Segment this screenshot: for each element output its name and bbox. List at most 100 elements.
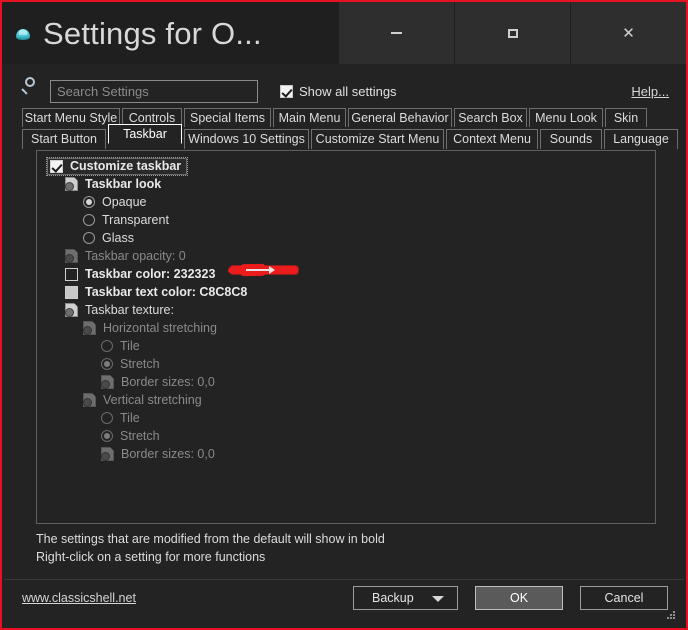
tree-row[interactable]: Taskbar opacity: 0 xyxy=(37,247,655,265)
tree-item[interactable]: Vertical stretching xyxy=(83,393,202,407)
tree-row[interactable]: Taskbar look xyxy=(37,175,655,193)
tab-main-menu[interactable]: Main Menu xyxy=(273,108,346,127)
tree-item-label: Opaque xyxy=(102,194,147,209)
tree-row[interactable]: Taskbar color: 232323 xyxy=(37,265,655,283)
tab-label: Controls xyxy=(128,110,176,125)
cancel-button[interactable]: Cancel xyxy=(580,586,668,610)
tree-item-label: Tile xyxy=(120,410,140,425)
tab-start-button[interactable]: Start Button xyxy=(22,129,106,149)
tab-windows-10-settings[interactable]: Windows 10 Settings xyxy=(184,129,309,149)
checkbox-icon[interactable] xyxy=(50,159,63,173)
minimize-button[interactable] xyxy=(339,2,454,64)
radio-icon[interactable] xyxy=(83,232,95,244)
tree-item[interactable]: Transparent xyxy=(83,214,169,227)
tab-skin[interactable]: Skin xyxy=(605,108,647,127)
tree-item-label: Horizontal stretching xyxy=(103,320,217,335)
caption-buttons: ✕ xyxy=(339,2,686,64)
tree-item[interactable]: Taskbar look xyxy=(65,177,161,191)
tab-sounds[interactable]: Sounds xyxy=(540,129,602,149)
tree-row[interactable]: Customize taskbar xyxy=(37,156,655,176)
tree-item-label: Vertical stretching xyxy=(103,392,202,407)
tree-item[interactable]: Stretch xyxy=(101,358,160,371)
note-line: The settings that are modified from the … xyxy=(36,532,385,546)
tree-item[interactable]: Stretch xyxy=(101,430,160,443)
tree-item[interactable]: Tile xyxy=(101,340,140,353)
radio-icon[interactable] xyxy=(101,358,113,370)
tree-row[interactable]: Glass xyxy=(37,229,655,247)
setting-page-icon xyxy=(83,393,96,407)
radio-icon[interactable] xyxy=(83,214,95,226)
tree-row[interactable]: Transparent xyxy=(37,211,655,229)
setting-page-icon xyxy=(65,177,78,191)
tree-row[interactable]: Border sizes: 0,0 xyxy=(37,373,655,391)
tree-item[interactable]: Taskbar texture: xyxy=(65,303,174,317)
chevron-down-icon xyxy=(432,596,444,602)
tab-label: Main Menu xyxy=(278,110,341,125)
tab-label: Skin xyxy=(613,110,639,125)
window-title: Settings for O... xyxy=(43,15,262,51)
tree-row[interactable]: Opaque xyxy=(37,193,655,211)
tree-row[interactable]: Taskbar texture: xyxy=(37,301,655,319)
resize-grip-icon[interactable] xyxy=(667,611,676,620)
color-swatch[interactable] xyxy=(65,285,78,299)
show-all-settings-label: Show all settings xyxy=(299,84,397,99)
tree-item-label: Taskbar text color: C8C8C8 xyxy=(85,284,248,299)
maximize-icon xyxy=(507,28,518,38)
tree-row[interactable]: Stretch xyxy=(37,427,655,445)
tab-start-menu-style[interactable]: Start Menu Style xyxy=(22,108,120,127)
help-link[interactable]: Help... xyxy=(631,84,669,99)
backup-button[interactable]: Backup xyxy=(353,586,458,610)
dialog-buttons: Backup OK Cancel xyxy=(353,586,668,610)
tab-label: Language xyxy=(613,132,669,147)
tab-label: Sounds xyxy=(549,132,593,147)
tree-row[interactable]: Stretch xyxy=(37,355,655,373)
show-all-settings-checkbox[interactable]: Show all settings xyxy=(280,84,397,99)
classic-shell-icon xyxy=(16,27,32,43)
tree-item-label: Taskbar color: 232323 xyxy=(85,266,216,281)
tree-item-label: Taskbar texture: xyxy=(85,302,174,317)
tab-taskbar[interactable]: Taskbar xyxy=(108,124,182,144)
tab-language[interactable]: Language xyxy=(604,129,678,149)
tree-item[interactable]: Tile xyxy=(101,412,140,425)
tree-item[interactable]: Customize taskbar xyxy=(45,156,189,176)
tab-general-behavior[interactable]: General Behavior xyxy=(348,108,452,127)
tree-item-label: Glass xyxy=(102,230,134,245)
tree-item[interactable]: Taskbar text color: C8C8C8 xyxy=(65,284,248,299)
tree-item[interactable]: Border sizes: 0,0 xyxy=(101,447,215,461)
tree-item[interactable]: Taskbar color: 232323 xyxy=(65,266,216,281)
tree-item[interactable]: Glass xyxy=(83,232,134,245)
tree-item[interactable]: Opaque xyxy=(83,196,146,209)
radio-icon[interactable] xyxy=(101,340,113,352)
tab-context-menu[interactable]: Context Menu xyxy=(446,129,538,149)
tree-row[interactable]: Tile xyxy=(37,337,655,355)
close-icon: ✕ xyxy=(622,24,635,42)
tree-row[interactable]: Taskbar text color: C8C8C8 xyxy=(37,283,655,301)
tab-menu-look[interactable]: Menu Look xyxy=(529,108,603,127)
settings-tree[interactable]: Customize taskbar Taskbar look Opaque Trans… xyxy=(36,150,656,524)
setting-page-icon xyxy=(101,447,114,461)
tab-label: Start Menu Style xyxy=(24,110,118,125)
tree-item[interactable]: Border sizes: 0,0 xyxy=(101,375,215,389)
tree-item[interactable]: Taskbar opacity: 0 xyxy=(65,249,186,263)
radio-icon[interactable] xyxy=(101,412,113,424)
tree-row[interactable]: Vertical stretching xyxy=(37,391,655,409)
tree-row[interactable]: Tile xyxy=(37,409,655,427)
radio-icon[interactable] xyxy=(101,430,113,442)
tab-customize-start-menu[interactable]: Customize Start Menu xyxy=(311,129,444,149)
tab-search-box[interactable]: Search Box xyxy=(454,108,527,127)
tab-special-items[interactable]: Special Items xyxy=(184,108,271,127)
tab-label: Special Items xyxy=(189,110,266,125)
notes-area: The settings that are modified from the … xyxy=(36,530,385,566)
cancel-button-label: Cancel xyxy=(604,591,644,605)
search-input[interactable] xyxy=(50,80,258,103)
radio-icon[interactable] xyxy=(83,196,95,208)
close-button[interactable]: ✕ xyxy=(570,2,686,64)
tree-item[interactable]: Horizontal stretching xyxy=(83,321,217,335)
color-swatch[interactable] xyxy=(65,267,78,281)
tree-row[interactable]: Border sizes: 0,0 xyxy=(37,445,655,463)
tree-row[interactable]: Horizontal stretching xyxy=(37,319,655,337)
ok-button[interactable]: OK xyxy=(475,586,563,610)
classicshell-website-link[interactable]: www.classicshell.net xyxy=(22,591,136,605)
tab-label: Taskbar xyxy=(123,126,167,141)
maximize-button[interactable] xyxy=(454,2,570,64)
